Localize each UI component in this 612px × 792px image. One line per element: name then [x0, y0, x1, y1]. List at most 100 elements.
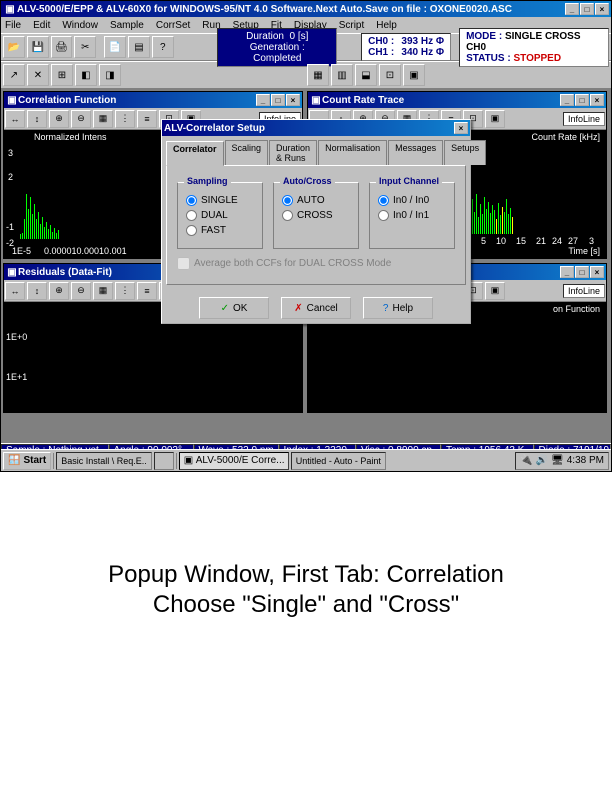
task-1[interactable]: Basic Install \ Req.E..	[56, 452, 152, 470]
corr-ytitle: Normalized Intens	[34, 132, 107, 142]
corr-tb3[interactable]: ⊕	[49, 110, 69, 128]
tab-scaling[interactable]: Scaling	[225, 140, 269, 165]
window-buttons: _ □ ×	[565, 3, 609, 15]
popup-close-button[interactable]: ×	[454, 122, 468, 134]
sampling-single-row[interactable]: SINGLE	[186, 195, 254, 206]
menu-help[interactable]: Help	[376, 20, 397, 31]
sampling-single-label: SINGLE	[201, 195, 238, 206]
input0-row[interactable]: In0 / In0	[378, 195, 446, 206]
res-tb2[interactable]: ↕	[27, 282, 47, 300]
center-btn2[interactable]: ▥	[331, 64, 353, 86]
auto-row[interactable]: AUTO	[282, 195, 350, 206]
tray-icon-2[interactable]: 🔊	[536, 455, 548, 466]
corr-tb1[interactable]: ↔	[5, 110, 25, 128]
minimize-button[interactable]: _	[565, 3, 579, 15]
menu-corrset[interactable]: CorrSet	[156, 20, 190, 31]
toolbar-print-icon[interactable]: 🖨	[51, 36, 73, 58]
phi0-icon: Φ	[436, 36, 444, 47]
tab-normalisation[interactable]: Normalisation	[318, 140, 387, 165]
average-checkbox[interactable]	[177, 257, 190, 270]
center-btn4[interactable]: ⊡	[379, 64, 401, 86]
caption-line-2: Choose "Single" and "Cross"	[0, 590, 612, 620]
ex-min-button[interactable]: _	[560, 266, 574, 278]
task-4[interactable]: Untitled - Auto - Paint	[291, 452, 386, 470]
cr-tb9[interactable]: ▣	[485, 110, 505, 128]
corr-ym1: -1	[6, 222, 14, 232]
cr-close-button[interactable]: ×	[590, 94, 604, 106]
res-tb7[interactable]: ≡	[137, 282, 157, 300]
average-checkbox-row[interactable]: Average both CCFs for DUAL CROSS Mode	[177, 257, 455, 270]
center-btn1[interactable]: ▦	[307, 64, 329, 86]
sampling-single-radio[interactable]	[186, 195, 197, 206]
ex-suffix: on Function	[553, 304, 600, 314]
cr-max-button[interactable]: □	[575, 94, 589, 106]
sec-btn5[interactable]: ◨	[99, 64, 121, 86]
generation-label: Generation : Completed	[224, 42, 330, 64]
corr-tb7[interactable]: ≡	[137, 110, 157, 128]
sec-btn3[interactable]: ⊞	[51, 64, 73, 86]
res-tb1[interactable]: ↔	[5, 282, 25, 300]
ex-tb9[interactable]: ▣	[485, 282, 505, 300]
toolbar-save-icon[interactable]: 💾	[27, 36, 49, 58]
corr-tb4[interactable]: ⊖	[71, 110, 91, 128]
input1-row[interactable]: In0 / In1	[378, 210, 446, 221]
main-titlebar: ▣ ALV-5000/E/EPP & ALV-60X0 for WINDOWS-…	[1, 1, 611, 17]
res-tb6[interactable]: ⋮	[115, 282, 135, 300]
sec-btn4[interactable]: ◧	[75, 64, 97, 86]
tray-icon-1[interactable]: 🔌	[520, 455, 532, 466]
input0-radio[interactable]	[378, 195, 389, 206]
menu-file[interactable]: File	[5, 20, 21, 31]
corr-tb6[interactable]: ⋮	[115, 110, 135, 128]
cross-radio[interactable]	[282, 210, 293, 221]
countrate-icon: ▣	[310, 95, 322, 106]
center-btn3[interactable]: ⬓	[355, 64, 377, 86]
ex-close-button[interactable]: ×	[590, 266, 604, 278]
sampling-fast-row[interactable]: FAST	[186, 225, 254, 236]
tab-correlator[interactable]: Correlator	[166, 141, 224, 166]
auto-radio[interactable]	[282, 195, 293, 206]
corr-max-button[interactable]: □	[271, 94, 285, 106]
ex-max-button[interactable]: □	[575, 266, 589, 278]
toolbar-btn6[interactable]: ▤	[128, 36, 150, 58]
input-legend: Input Channel	[376, 176, 442, 186]
maximize-button[interactable]: □	[580, 3, 594, 15]
toolbar-new-icon[interactable]: 📄	[104, 36, 126, 58]
menu-sample[interactable]: Sample	[110, 20, 144, 31]
task-3[interactable]: ▣ ALV-5000/E Corre...	[179, 452, 289, 470]
sec-btn1[interactable]: ↗	[3, 64, 25, 86]
res-tb5[interactable]: ▦	[93, 282, 113, 300]
cancel-button[interactable]: ✗Cancel	[281, 297, 351, 319]
start-button[interactable]: 🪟 Start	[3, 452, 51, 470]
center-btn5[interactable]: ▣	[403, 64, 425, 86]
res-tb4[interactable]: ⊖	[71, 282, 91, 300]
tab-setups[interactable]: Setups	[444, 140, 486, 165]
sec-btn2[interactable]: ✕	[27, 64, 49, 86]
menu-window[interactable]: Window	[62, 20, 98, 31]
caption-line-1: Popup Window, First Tab: Correlation	[0, 560, 612, 590]
toolbar-help-icon[interactable]: ?	[152, 36, 174, 58]
sampling-fast-radio[interactable]	[186, 225, 197, 236]
cross-row[interactable]: CROSS	[282, 210, 350, 221]
toolbar-cut-icon[interactable]: ✂	[74, 36, 96, 58]
corr-close-button[interactable]: ×	[286, 94, 300, 106]
ok-button[interactable]: ✓OK	[199, 297, 269, 319]
corr-tb2[interactable]: ↕	[27, 110, 47, 128]
input1-radio[interactable]	[378, 210, 389, 221]
cr-min-button[interactable]: _	[560, 94, 574, 106]
sampling-dual-radio[interactable]	[186, 210, 197, 221]
menu-script[interactable]: Script	[339, 20, 365, 31]
sampling-dual-row[interactable]: DUAL	[186, 210, 254, 221]
help-button[interactable]: ?Help	[363, 297, 433, 319]
toolbar-open-icon[interactable]: 📂	[3, 36, 25, 58]
tab-messages[interactable]: Messages	[388, 140, 443, 165]
corr-min-button[interactable]: _	[256, 94, 270, 106]
task-3-label: ALV-5000/E Corre...	[196, 455, 285, 466]
tab-duration[interactable]: Duration & Runs	[269, 140, 317, 165]
tray-icon-3[interactable]: 🖥	[551, 455, 564, 466]
task-2[interactable]	[154, 452, 174, 470]
menu-edit[interactable]: Edit	[33, 20, 50, 31]
corr-tb5[interactable]: ▦	[93, 110, 113, 128]
res-tb3[interactable]: ⊕	[49, 282, 69, 300]
close-button[interactable]: ×	[595, 3, 609, 15]
autocross-group: Auto/Cross AUTO CROSS	[273, 182, 359, 249]
